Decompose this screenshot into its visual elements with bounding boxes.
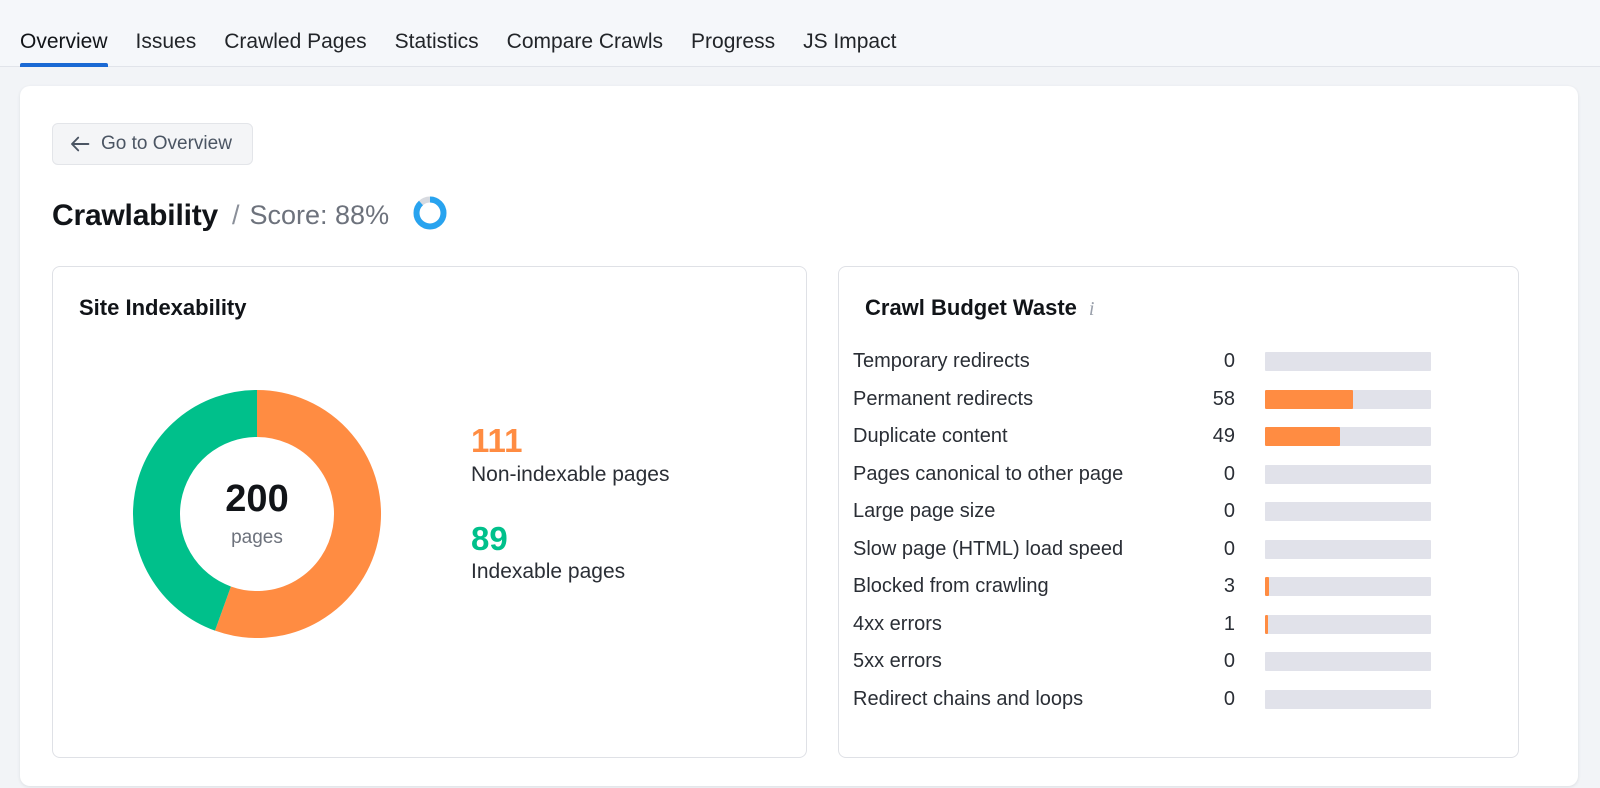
tab-label: Overview bbox=[20, 30, 108, 53]
waste-row-label: Blocked from crawling bbox=[853, 575, 1049, 598]
waste-row-value: 1 bbox=[1223, 612, 1235, 635]
waste-row-value: 0 bbox=[1223, 650, 1235, 673]
waste-row-label: Temporary redirects bbox=[853, 350, 1030, 373]
site-indexability-donut-chart: 200 pages bbox=[109, 366, 405, 662]
crawl-budget-waste-card: Crawl Budget Waste i Temporary redirects… bbox=[838, 266, 1519, 758]
waste-row[interactable]: Blocked from crawling 3 bbox=[853, 568, 1498, 606]
waste-row-label: Pages canonical to other page bbox=[853, 462, 1124, 485]
waste-row-bar-track bbox=[1265, 614, 1431, 634]
tab-label: Progress bbox=[691, 30, 776, 53]
tab-overview[interactable]: Overview bbox=[20, 30, 108, 67]
waste-row-value: 58 bbox=[1212, 387, 1235, 410]
tab-label: JS Impact bbox=[803, 30, 897, 53]
donut-slice[interactable] bbox=[215, 390, 381, 638]
waste-row-bar-track bbox=[1265, 502, 1431, 522]
waste-row[interactable]: 4xx errors 1 bbox=[853, 606, 1498, 644]
page-title-row: Crawlability / Score: 88% bbox=[52, 194, 449, 237]
waste-row-label: Slow page (HTML) load speed bbox=[853, 537, 1124, 560]
tab-issues[interactable]: Issues bbox=[136, 31, 197, 66]
legend-item-non-indexable: 111 Non-indexable pages bbox=[471, 423, 669, 487]
title-separator: / bbox=[231, 200, 240, 230]
waste-row-bar-track bbox=[1265, 352, 1431, 372]
primary-tab-bar: Overview Issues Crawled Pages Statistics… bbox=[0, 0, 1600, 67]
tab-label: Compare Crawls bbox=[506, 30, 664, 53]
tab-crawled-pages[interactable]: Crawled Pages bbox=[224, 31, 366, 66]
waste-row-bar-track bbox=[1265, 652, 1431, 672]
info-icon[interactable]: i bbox=[1089, 299, 1095, 319]
waste-row-bar-fill bbox=[1265, 389, 1353, 409]
waste-row[interactable]: 5xx errors 0 bbox=[853, 643, 1498, 681]
waste-row[interactable]: Slow page (HTML) load speed 0 bbox=[853, 531, 1498, 569]
page-title: Crawlability bbox=[52, 198, 218, 232]
waste-row-label: Large page size bbox=[853, 500, 996, 523]
legend-label: Non-indexable pages bbox=[471, 462, 670, 486]
waste-row-label: Duplicate content bbox=[853, 425, 1008, 448]
legend-value: 111 bbox=[471, 422, 523, 459]
legend-label: Indexable pages bbox=[471, 560, 626, 584]
waste-row-bar-track bbox=[1265, 577, 1431, 597]
tab-statistics[interactable]: Statistics bbox=[395, 31, 479, 66]
tab-label: Issues bbox=[135, 30, 197, 53]
waste-row-value: 3 bbox=[1223, 575, 1235, 598]
main-content-panel: Go to Overview Crawlability / Score: 88%… bbox=[20, 86, 1578, 786]
waste-row-value: 49 bbox=[1212, 425, 1235, 448]
tab-progress[interactable]: Progress bbox=[691, 31, 775, 66]
waste-row[interactable]: Pages canonical to other page 0 bbox=[853, 456, 1498, 494]
site-indexability-card: Site Indexability 200 pages 111 Non-inde… bbox=[52, 266, 807, 758]
waste-row-bar-track bbox=[1265, 464, 1431, 484]
waste-row-bar-track bbox=[1265, 689, 1431, 709]
waste-row-label: 4xx errors bbox=[853, 612, 942, 635]
donut-slice[interactable] bbox=[133, 390, 258, 631]
waste-row-label: Permanent redirects bbox=[853, 387, 1034, 410]
tab-label: Crawled Pages bbox=[224, 30, 367, 53]
waste-row[interactable]: Large page size 0 bbox=[853, 493, 1498, 531]
go-to-overview-label: Go to Overview bbox=[101, 133, 232, 154]
crawlability-score-ring-icon bbox=[411, 194, 449, 237]
go-to-overview-button[interactable]: Go to Overview bbox=[52, 123, 253, 165]
waste-row-bar-fill bbox=[1265, 427, 1340, 447]
waste-row-bar-track bbox=[1265, 427, 1431, 447]
waste-row-bar-fill bbox=[1265, 614, 1268, 634]
card-title-text: Site Indexability bbox=[79, 295, 247, 320]
waste-row-value: 0 bbox=[1223, 462, 1235, 485]
waste-row-bar-fill bbox=[1265, 577, 1270, 597]
card-title-text: Crawl Budget Waste bbox=[865, 295, 1077, 320]
waste-row[interactable]: Permanent redirects 58 bbox=[853, 381, 1498, 419]
legend-item-indexable: 89 Indexable pages bbox=[471, 519, 669, 585]
tab-label: Statistics bbox=[394, 30, 479, 53]
waste-row-bar-track bbox=[1265, 539, 1431, 559]
cards-row: Site Indexability 200 pages 111 Non-inde… bbox=[52, 266, 1546, 758]
arrow-left-icon bbox=[70, 136, 90, 152]
site-indexability-title: Site Indexability bbox=[79, 295, 247, 321]
waste-row-label: 5xx errors bbox=[853, 650, 942, 673]
site-indexability-legend: 111 Non-indexable pages 89 Indexable pag… bbox=[471, 423, 669, 618]
crawl-budget-waste-list: Temporary redirects 0 Permanent redirects 5… bbox=[853, 343, 1498, 718]
crawlability-score-label: Score: 88% bbox=[249, 200, 390, 230]
crawl-budget-waste-title: Crawl Budget Waste i bbox=[865, 295, 1094, 321]
waste-row-bar-track bbox=[1265, 389, 1431, 409]
waste-row-value: 0 bbox=[1223, 687, 1235, 710]
tab-js-impact[interactable]: JS Impact bbox=[803, 31, 896, 66]
legend-value: 89 bbox=[471, 519, 508, 557]
waste-row-value: 0 bbox=[1223, 350, 1235, 373]
waste-row[interactable]: Duplicate content 49 bbox=[853, 418, 1498, 456]
waste-row[interactable]: Redirect chains and loops 0 bbox=[853, 681, 1498, 719]
tab-compare-crawls[interactable]: Compare Crawls bbox=[507, 31, 663, 66]
waste-row-value: 0 bbox=[1223, 537, 1235, 560]
waste-row[interactable]: Temporary redirects 0 bbox=[853, 343, 1498, 381]
waste-row-value: 0 bbox=[1223, 500, 1235, 523]
waste-row-label: Redirect chains and loops bbox=[853, 687, 1084, 710]
